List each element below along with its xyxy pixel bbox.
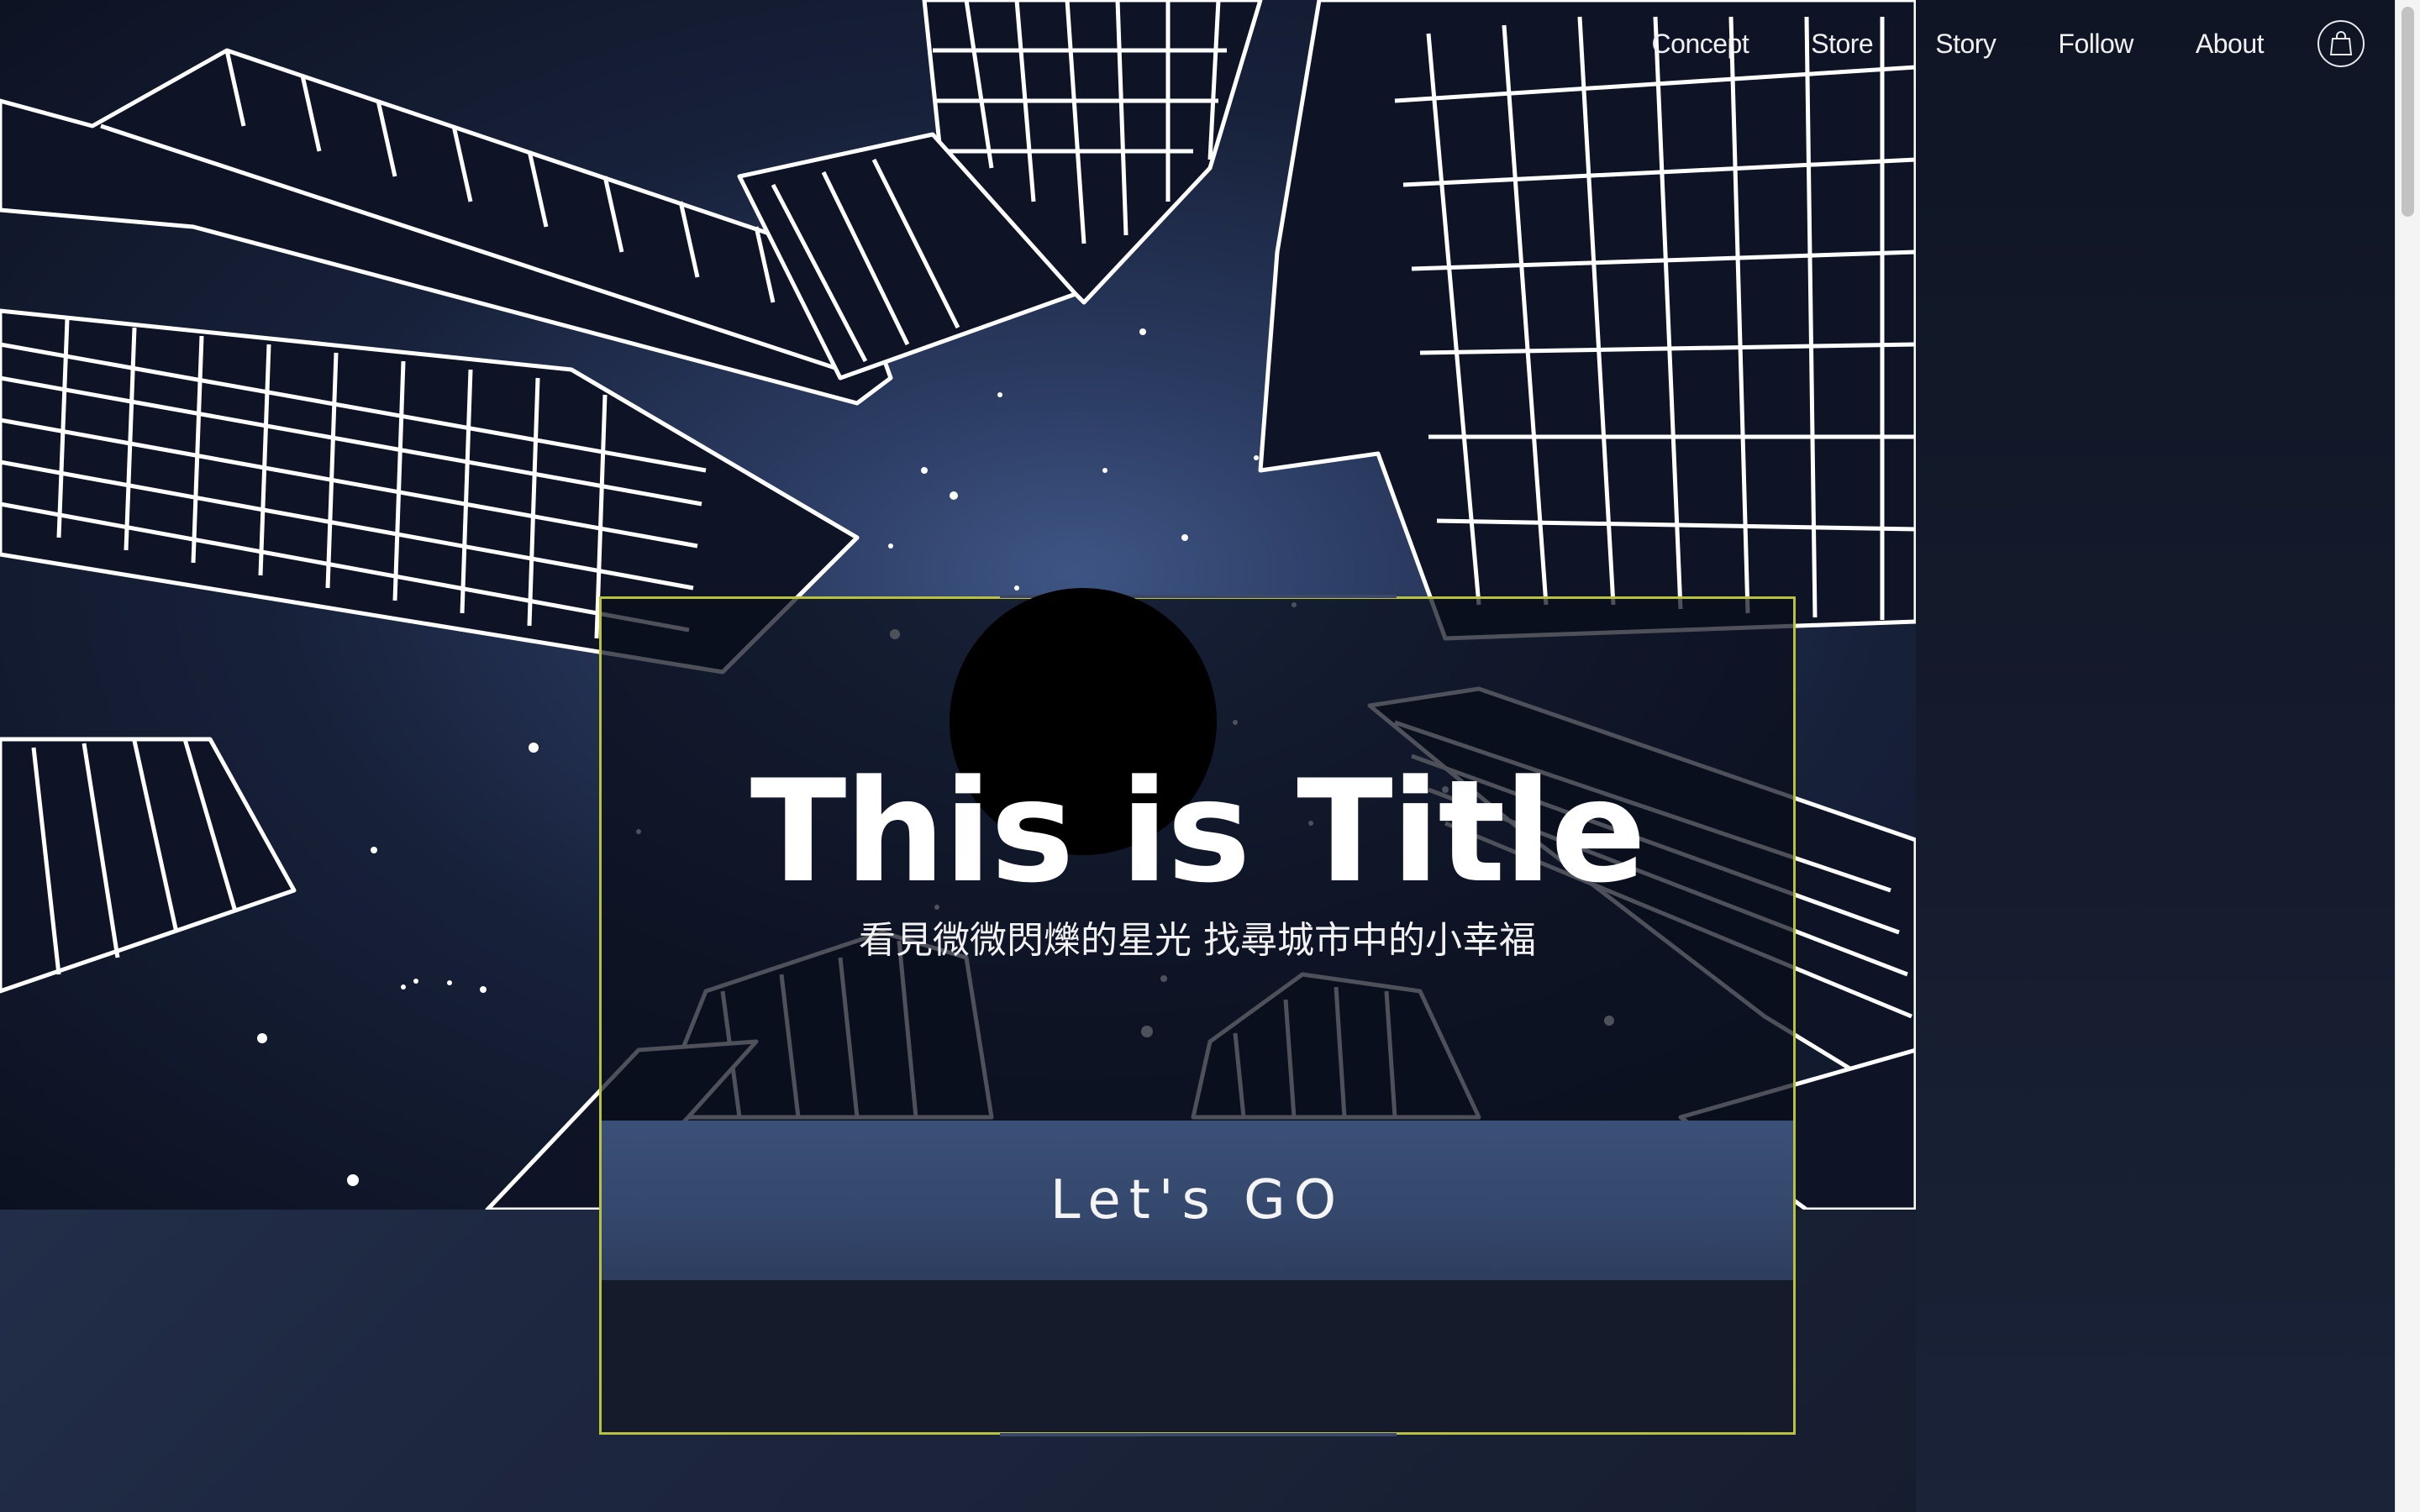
frame-bottom-gap — [1000, 1433, 1397, 1436]
page: Concept Store Story Follow About This is… — [0, 0, 2395, 1512]
nav-item-about[interactable]: About — [2196, 29, 2265, 60]
lets-go-label: Let's GO — [1050, 1169, 1345, 1231]
vertical-scrollbar[interactable] — [2395, 0, 2420, 1512]
scrollbar-thumb[interactable] — [2402, 7, 2414, 217]
hero-subtitle: 看見微微閃爍的星光 找尋城市中的小幸福 — [859, 919, 1536, 962]
nav-item-follow[interactable]: Follow — [2058, 29, 2133, 60]
right-background — [1916, 0, 2395, 1512]
nav-item-concept[interactable]: Concept — [1652, 29, 1749, 60]
lets-go-button[interactable]: Let's GO — [602, 1121, 1793, 1280]
cart-button[interactable] — [2317, 20, 2365, 67]
nav-item-store[interactable]: Store — [1811, 29, 1873, 60]
top-navigation: Concept Store Story Follow About — [1590, 18, 2395, 69]
frame-lower-panel — [602, 1280, 1793, 1432]
shopping-bag-icon — [2329, 31, 2353, 55]
hero-title: This is Title — [750, 749, 1646, 914]
nav-item-story[interactable]: Story — [1935, 29, 1996, 60]
